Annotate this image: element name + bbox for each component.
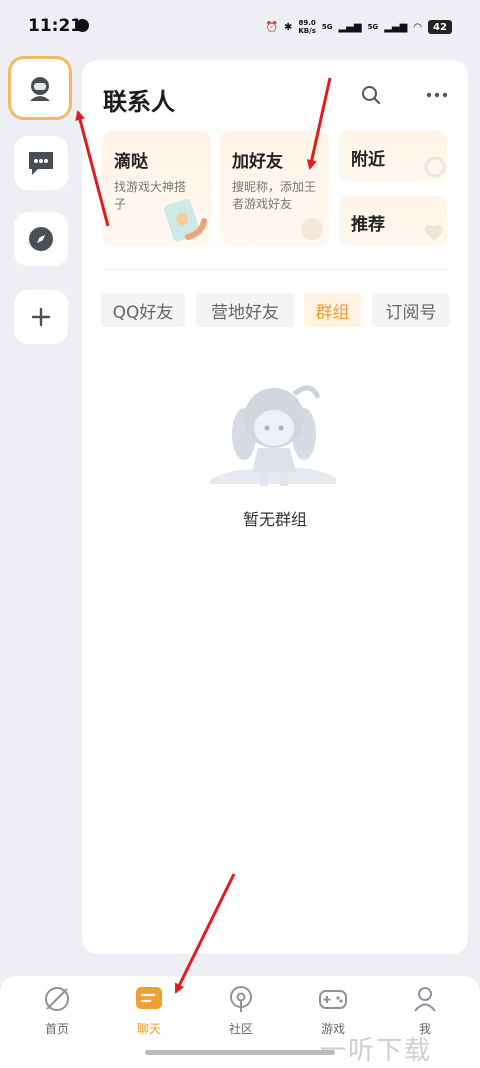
notification-icon	[76, 19, 89, 32]
contacts-avatar-icon	[30, 77, 50, 101]
nav-community[interactable]: 社区	[211, 984, 271, 1046]
signal-bars-icon-2: ▂▄▆	[384, 21, 408, 33]
status-bar: 11:21 ⏰ ✱ 89.0 KB/s 5G ▂▄▆ 5G ▂▄▆ ◠ 42	[0, 0, 480, 56]
podcast-icon	[230, 986, 252, 1012]
status-indicators: ⏰ ✱ 89.0 KB/s 5G ▂▄▆ 5G ▂▄▆ ◠ 42	[266, 16, 452, 38]
signal-2: 5G	[367, 23, 379, 31]
nav-home[interactable]: 首页	[27, 984, 87, 1046]
net-speed: 89.0 KB/s	[298, 19, 316, 35]
rail-add-button[interactable]	[14, 290, 68, 344]
gamepad-icon	[319, 990, 347, 1009]
page-title: 联系人	[103, 88, 175, 116]
tab-groups[interactable]: 群组	[304, 293, 361, 327]
plus-icon	[31, 307, 51, 327]
tab-subscriptions[interactable]: 订阅号	[372, 293, 450, 327]
search-icon[interactable]	[360, 84, 382, 106]
home-indicator[interactable]	[145, 1050, 335, 1055]
card-dida[interactable]: 滴哒 找游戏大神搭子	[102, 131, 211, 247]
rail-discover-button[interactable]	[14, 212, 68, 266]
location-watermark-icon	[424, 156, 446, 178]
alarm-icon: ⏰	[265, 21, 278, 33]
compass-icon	[29, 227, 53, 251]
status-time: 11:21	[28, 16, 83, 36]
empty-state-text: 暂无群组	[242, 510, 307, 529]
chat-icon	[136, 987, 162, 1009]
battery-indicator: 42	[428, 20, 452, 34]
nav-chat-label: 聊天	[136, 1022, 161, 1036]
mascot-watermark-icon	[301, 218, 323, 240]
tab-camp-friends[interactable]: 营地好友	[196, 293, 294, 327]
watermark-text: 一听下载	[320, 1036, 433, 1066]
card-add-friend-subtitle: 搜昵称，添加王者游戏好友	[232, 180, 317, 211]
signal-bars-icon: ▂▄▆	[338, 21, 362, 33]
signal-1: 5G	[321, 23, 333, 31]
card-nearby[interactable]: 附近	[339, 131, 447, 183]
card-nearby-title: 附近	[351, 150, 385, 170]
heart-watermark-icon	[425, 225, 443, 241]
more-icon[interactable]	[426, 91, 448, 99]
message-icon	[29, 152, 53, 175]
tab-qq-friends[interactable]: QQ好友	[101, 293, 185, 327]
divider	[103, 269, 447, 270]
phone-illustration-icon	[164, 198, 207, 242]
card-add-friend-title: 加好友	[232, 152, 283, 172]
card-recommend-title: 推荐	[351, 215, 385, 235]
card-recommend[interactable]: 推荐	[339, 196, 447, 247]
nav-home-label: 首页	[44, 1022, 69, 1036]
rail-contacts-button[interactable]	[8, 56, 72, 120]
person-icon	[414, 987, 436, 1012]
rail-messages-button[interactable]	[14, 136, 68, 190]
wifi-icon: ◠	[413, 21, 422, 33]
card-add-friend[interactable]: 加好友 搜昵称，添加王者游戏好友	[220, 131, 329, 247]
nav-chat[interactable]: 聊天	[119, 984, 179, 1046]
compass-slash-icon	[45, 987, 69, 1011]
card-dida-title: 滴哒	[114, 152, 148, 172]
empty-illustration	[210, 385, 336, 486]
nav-community-label: 社区	[228, 1022, 253, 1036]
bluetooth-icon: ✱	[283, 21, 293, 33]
